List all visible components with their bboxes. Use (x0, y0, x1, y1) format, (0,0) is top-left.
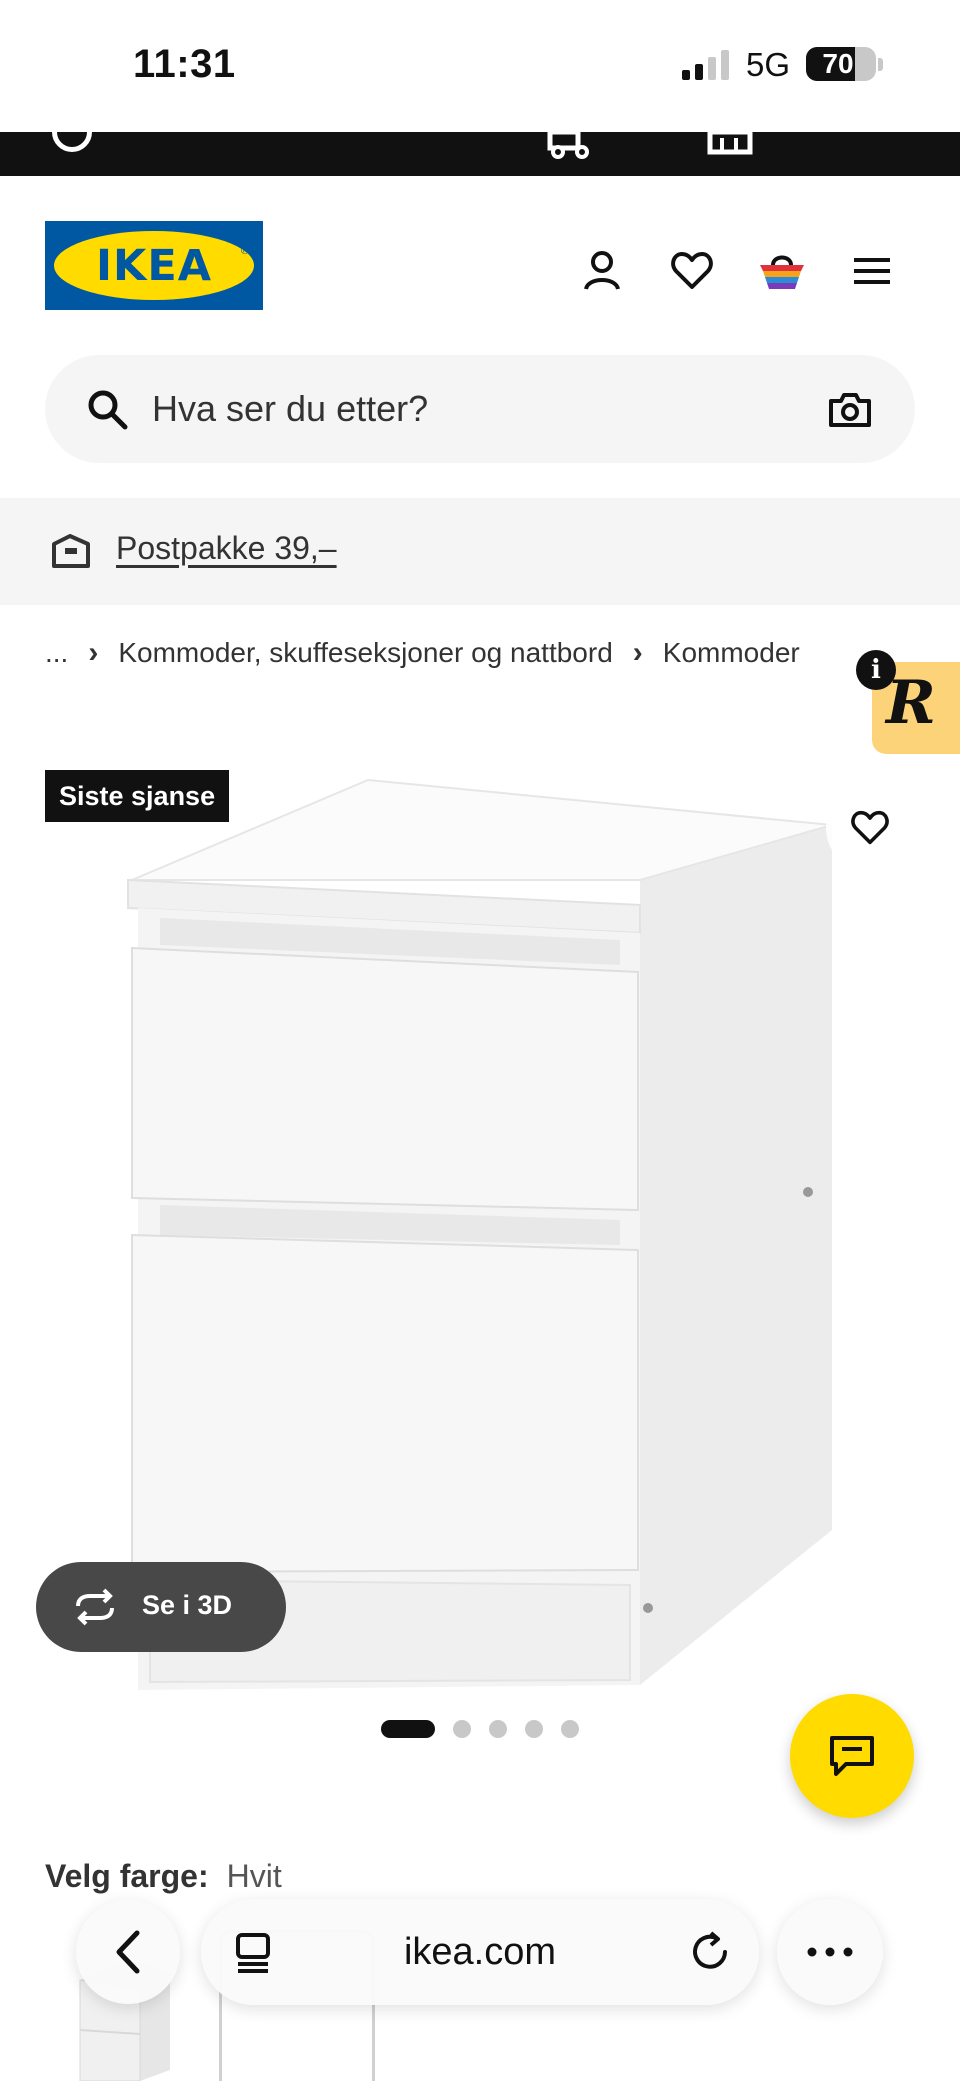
search-icon (88, 390, 128, 430)
shopping-bag-icon[interactable] (757, 246, 807, 296)
site-header: IKEA ® (0, 176, 960, 496)
breadcrumb-item-kommoder[interactable]: Kommoder (663, 637, 800, 669)
network-type: 5G (746, 46, 791, 83)
browser-more-button[interactable] (777, 1899, 883, 2005)
chevron-right-icon: › (88, 636, 99, 669)
gallery-pagination (381, 1719, 579, 1739)
chevron-right-icon: › (632, 636, 643, 669)
color-value: Hvit (226, 1858, 282, 1894)
pagination-dot[interactable] (561, 1720, 579, 1738)
store-icon (707, 132, 753, 155)
heart-icon (851, 810, 889, 845)
battery-percent: 70 (822, 48, 854, 79)
pagination-dot[interactable] (453, 1720, 471, 1738)
signal-icon (682, 50, 729, 80)
delivery-banner: Postpakke 39,– (0, 498, 960, 605)
search-bar[interactable] (45, 355, 915, 463)
info-icon[interactable]: i (856, 650, 896, 690)
battery-tip (878, 58, 883, 71)
chevron-left-icon (116, 1930, 140, 1974)
ikea-logo[interactable]: IKEA ® (45, 221, 263, 310)
breadcrumb-item-kommoder-skuffeseksjoner[interactable]: Kommoder, skuffeseksjoner og nattbord (118, 637, 612, 669)
breadcrumb: ... › Kommoder, skuffeseksjoner og nattb… (45, 633, 800, 673)
browser-back-button[interactable] (76, 1900, 180, 2004)
account-icon[interactable] (577, 246, 627, 296)
chat-bubble-icon (830, 1736, 874, 1776)
pagination-dot[interactable] (381, 1720, 435, 1738)
status-badge: Siste sjanse (45, 770, 230, 822)
top-info-strip (0, 132, 960, 176)
wishlist-heart-icon[interactable] (667, 246, 717, 296)
logo-text: IKEA (96, 241, 212, 291)
reload-icon[interactable] (689, 1931, 731, 1973)
delivery-link[interactable]: Postpakke 39,– (116, 530, 337, 567)
favorite-button[interactable] (826, 784, 914, 872)
battery-icon: 70 (806, 47, 876, 81)
more-dots-icon (807, 1947, 853, 1957)
view-3d-label: Se i 3D (142, 1590, 233, 1620)
parcel-icon (52, 534, 90, 568)
color-selector: Velg farge: Hvit (45, 1858, 282, 1895)
chat-button[interactable] (790, 1694, 914, 1818)
rotate-3d-icon (76, 1588, 114, 1626)
breadcrumb-ellipsis[interactable]: ... (45, 637, 68, 669)
color-label: Velg farge: (45, 1858, 209, 1894)
status-bar: 11:31 5G 70 (0, 0, 960, 132)
camera-icon[interactable] (827, 387, 873, 433)
pagination-dot[interactable] (489, 1720, 507, 1738)
product-gallery[interactable]: Siste sjanse Se i 3D (0, 720, 960, 1738)
menu-icon[interactable] (847, 246, 897, 296)
pagination-dot[interactable] (525, 1720, 543, 1738)
search-input[interactable] (152, 375, 812, 443)
browser-domain: ikea.com (403, 1931, 557, 1973)
truck-icon (547, 132, 589, 159)
browser-address-bar[interactable]: ikea.com (201, 1899, 759, 2005)
clock: 11:31 (133, 42, 236, 86)
view-3d-button[interactable]: Se i 3D (36, 1562, 286, 1652)
globe-icon (52, 132, 92, 152)
